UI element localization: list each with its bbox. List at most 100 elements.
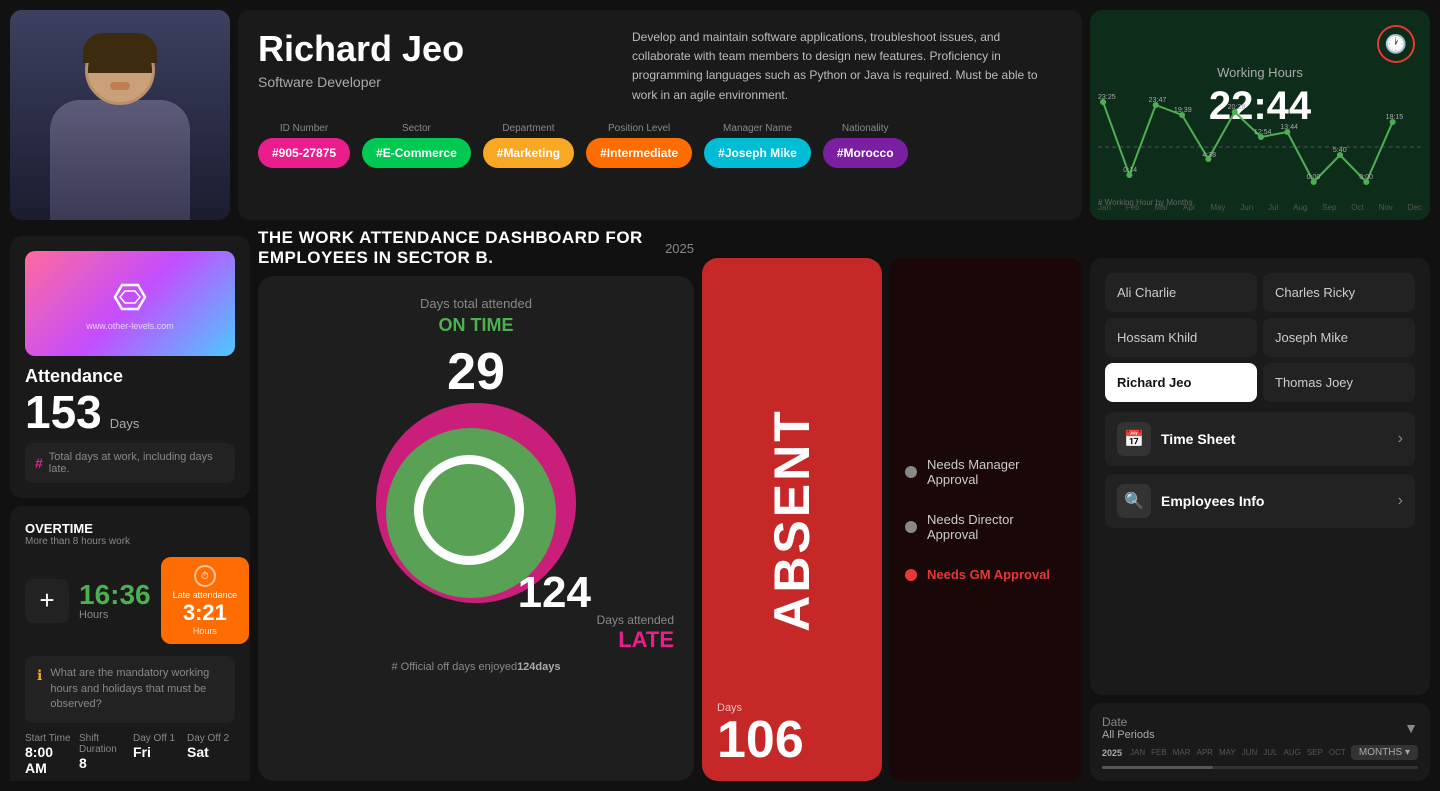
calendar-icon: 📅 [1117,422,1151,456]
tag-id-label: ID Number [258,123,350,134]
late-unit: Hours [173,626,238,636]
profile-info: Richard Jeo Software Developer Develop a… [238,10,1082,220]
info-question-box: ℹ What are the mandatory working hours a… [25,656,235,722]
svg-text:13:44: 13:44 [1280,124,1298,131]
logo-url: www.other-levels.com [86,321,174,331]
timesheet-label: Time Sheet [1161,431,1388,447]
employee-charles-ricky[interactable]: Charles Ricky [1263,273,1415,312]
info-text: What are the mandatory working hours and… [50,666,223,712]
employee-thomas[interactable]: Thomas Joey [1263,363,1415,402]
date-period: All Periods [1102,729,1155,741]
timesheet-action[interactable]: 📅 Time Sheet › [1105,412,1415,466]
tag-sector-value: #E-Commerce [362,138,471,168]
approval-item-1: Needs Director Approval [905,512,1067,542]
start-time-label: Start Time [25,733,73,744]
date-section: Date All Periods ▼ 2025 JAN FEB MAR APR … [1090,703,1430,781]
dayoff1-item: Day Off 1 Fri [133,733,181,776]
svg-text:18:15: 18:15 [1386,114,1404,121]
tag-nationality: Nationality #Morocco [823,123,908,168]
ontime-status: ON TIME [439,315,514,336]
dashboard-heading: THE WORK ATTENDANCE DASHBOARD FOR EMPLOY… [258,228,694,268]
svg-text:4:38: 4:38 [1202,152,1216,159]
dayoff1-val: Fri [133,744,181,760]
profile-description: Develop and maintain software applicatio… [632,28,1062,105]
attendance-unit: Days [110,416,140,431]
attendance-panel: www.other-levels.com Attendance 153 Days… [10,236,250,498]
dayoff2-label: Day Off 2 [187,733,235,744]
tag-pos-value: #Intermediate [586,138,692,168]
brand-logo-icon [110,277,150,317]
absent-card: ABSENT Days 106 [702,258,882,781]
svg-text:0:00: 0:00 [1359,174,1373,181]
late-count: 124 [518,568,591,618]
tag-dept-label: Department [483,123,574,134]
absent-text: ABSENT [763,408,821,632]
start-time-val: 8:00 AM [25,744,73,776]
profile-title: Software Developer [258,74,464,90]
attendance-days: 153 [25,389,102,435]
overtime-panel: OVERTIME More than 8 hours work + 16:36 … [10,506,250,781]
profile-photo [10,10,230,220]
late-time: 3:21 [173,600,238,626]
profile-name: Richard Jeo [258,28,464,70]
tag-mgr-value: #Joseph Mike [704,138,811,168]
shift-val: 8 [79,755,127,771]
working-hours-card: 🕐 Working Hours 22:44 [1090,10,1430,220]
employee-joseph[interactable]: Joseph Mike [1263,318,1415,357]
tag-dept: Department #Marketing [483,123,574,168]
absent-days-num: 106 [717,714,804,766]
tag-manager: Manager Name #Joseph Mike [704,123,811,168]
timesheet-arrow: › [1398,430,1403,448]
employees-info-arrow: › [1398,492,1403,510]
approval-label-1: Needs Director Approval [927,512,1067,542]
tag-id-value: #905-27875 [258,138,350,168]
dayoff1-label: Day Off 1 [133,733,181,744]
date-label: Date [1102,715,1155,729]
approval-panel: Needs Manager Approval Needs Director Ap… [890,258,1082,781]
employee-richard[interactable]: Richard Jeo [1105,363,1257,402]
svg-text:0:14: 0:14 [1123,167,1137,174]
overtime-time: 16:36 [79,581,151,609]
tag-position: Position Level #Intermediate [586,123,692,168]
tag-id: ID Number #905-27875 [258,123,350,168]
approval-label-0: Needs Manager Approval [927,457,1067,487]
employee-hossam[interactable]: Hossam Khild [1105,318,1257,357]
svg-text:23:47: 23:47 [1149,97,1167,104]
dayoff2-item: Day Off 2 Sat [187,733,235,776]
svg-text:20:28: 20:28 [1228,104,1246,111]
clock-icon: 🕐 [1377,25,1415,63]
employees-panel: Ali Charlie Charles Ricky Hossam Khild J… [1090,258,1430,695]
attendance-label: Attendance [25,366,123,387]
employee-ali-charlie[interactable]: Ali Charlie [1105,273,1257,312]
late-label: Late attendance [173,590,238,600]
official-days-label: # Official off days enjoyed124days [392,661,561,673]
ontime-label: Days total attended [420,296,532,311]
working-hours-chart: 23:25 0:14 23:47 19:39 4:38 20:28 12:54 … [1098,87,1422,192]
svg-text:5:40: 5:40 [1333,147,1347,154]
wh-title: Working Hours [1105,65,1415,80]
attendance-info: # Total days at work, including days lat… [25,443,235,483]
late-label-text: Days attended [597,613,674,627]
search-icon: 🔍 [1117,484,1151,518]
approval-item-0: Needs Manager Approval [905,457,1067,487]
tag-mgr-label: Manager Name [704,123,811,134]
filter-icon: ▼ [1404,720,1418,736]
employees-info-action[interactable]: 🔍 Employees Info › [1105,474,1415,528]
svg-text:23:25: 23:25 [1098,94,1116,101]
employees-info-label: Employees Info [1161,493,1388,509]
late-attendance-badge: ⏱ Late attendance 3:21 Hours [161,557,250,644]
approval-item-2: Needs GM Approval [905,567,1067,582]
dayoff2-val: Sat [187,744,235,760]
tag-sector: Sector #E-Commerce [362,123,471,168]
plus-button[interactable]: + [25,579,69,623]
months-filter[interactable]: MONTHS ▾ [1351,745,1418,760]
tag-nat-value: #Morocco [823,138,908,168]
shift-item: Shift Duration 8 [79,733,127,776]
tag-sector-label: Sector [362,123,471,134]
late-status: LATE [597,627,674,653]
shift-label: Shift Duration [79,733,127,755]
svg-text:19:39: 19:39 [1174,107,1192,114]
overtime-label: OVERTIME [25,521,130,536]
dashboard-year: 2025 [665,241,694,256]
approval-label-2: Needs GM Approval [927,567,1050,582]
